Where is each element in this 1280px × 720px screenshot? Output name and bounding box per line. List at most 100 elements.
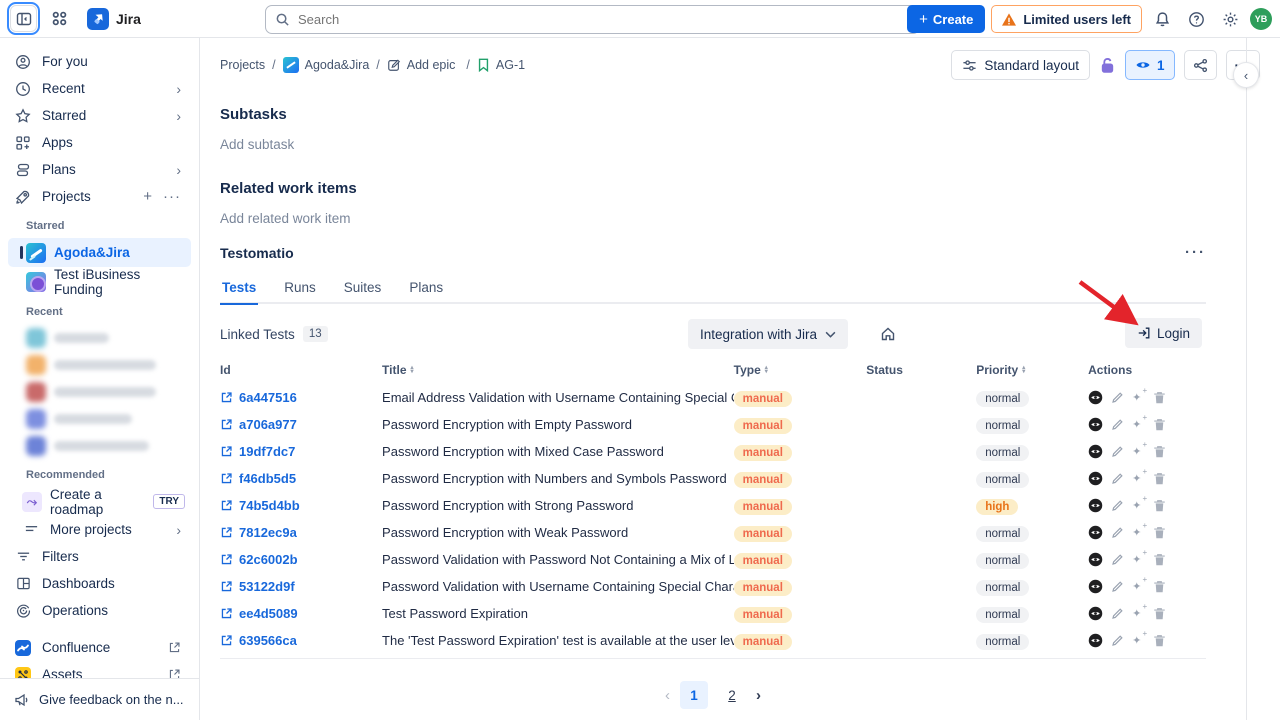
view-test-button[interactable] [1088, 444, 1103, 459]
sidebar-item-create-roadmap[interactable]: ⤳ Create a roadmap TRY [8, 487, 191, 516]
edit-test-button[interactable] [1111, 391, 1124, 404]
view-test-button[interactable] [1088, 498, 1103, 513]
add-related-work-item-button[interactable]: Add related work item [220, 211, 1206, 226]
recent-project-item[interactable] [8, 324, 191, 351]
view-test-button[interactable] [1088, 552, 1103, 567]
ai-sparkle-button[interactable]: ✦ [1132, 418, 1145, 431]
test-id-link[interactable]: 7812ec9a [220, 525, 382, 540]
edit-test-button[interactable] [1111, 418, 1124, 431]
give-feedback-button[interactable]: Give feedback on the n... [0, 678, 199, 720]
edit-test-button[interactable] [1111, 472, 1124, 485]
sidebar-item-confluence[interactable]: Confluence [8, 634, 191, 661]
integration-dropdown[interactable]: Integration with Jira [688, 319, 848, 349]
edit-test-button[interactable] [1111, 607, 1124, 620]
ai-sparkle-button[interactable]: ✦ [1132, 553, 1145, 566]
create-button[interactable]: + Create [907, 5, 985, 33]
sidebar-item-filters[interactable]: Filters [8, 543, 191, 570]
sidebar-item-apps[interactable]: Apps [8, 129, 191, 156]
delete-test-button[interactable] [1153, 553, 1166, 567]
edit-test-button[interactable] [1111, 499, 1124, 512]
test-id-link[interactable]: 19df7dc7 [220, 444, 382, 459]
tab-runs[interactable]: Runs [282, 276, 318, 303]
help-button[interactable] [1182, 5, 1210, 33]
column-header-title[interactable]: Title▴▾ [382, 363, 734, 377]
edit-test-button[interactable] [1111, 634, 1124, 647]
test-id-link[interactable]: 639566ca [220, 633, 382, 648]
jira-home-link[interactable]: Jira [87, 8, 141, 30]
test-id-link[interactable]: 62c6002b [220, 552, 382, 567]
recent-project-item[interactable] [8, 351, 191, 378]
add-project-icon[interactable]: + [143, 188, 153, 205]
ai-sparkle-button[interactable]: ✦ [1132, 526, 1145, 539]
ai-sparkle-button[interactable]: ✦ [1132, 607, 1145, 620]
delete-test-button[interactable] [1153, 634, 1166, 648]
breadcrumb-project[interactable]: Agoda&Jira [283, 57, 370, 73]
tab-plans[interactable]: Plans [407, 276, 445, 303]
column-header-type[interactable]: Type▴▾ [734, 363, 867, 377]
ai-sparkle-button[interactable]: ✦ [1132, 391, 1145, 404]
avatar[interactable]: YB [1250, 8, 1272, 30]
settings-button[interactable] [1216, 5, 1244, 33]
ai-sparkle-button[interactable]: ✦ [1132, 580, 1145, 593]
pagination-prev-button[interactable]: ‹ [665, 687, 670, 704]
delete-test-button[interactable] [1153, 472, 1166, 486]
search-input[interactable] [265, 5, 920, 34]
unlock-button[interactable] [1099, 57, 1116, 74]
column-header-status[interactable]: Status [866, 363, 976, 377]
delete-test-button[interactable] [1153, 607, 1166, 621]
home-button[interactable] [880, 326, 896, 342]
column-header-priority[interactable]: Priority▴▾ [976, 363, 1088, 377]
share-button[interactable] [1184, 50, 1217, 80]
breadcrumb-projects[interactable]: Projects [220, 58, 265, 72]
standard-layout-button[interactable]: Standard layout [951, 50, 1090, 80]
projects-more-icon[interactable]: ··· [163, 188, 181, 205]
recent-project-item[interactable] [8, 378, 191, 405]
test-id-link[interactable]: 53122d9f [220, 579, 382, 594]
delete-test-button[interactable] [1153, 418, 1166, 432]
column-header-id[interactable]: Id [220, 363, 382, 377]
view-test-button[interactable] [1088, 471, 1103, 486]
sidebar-item-dashboards[interactable]: Dashboards [8, 570, 191, 597]
sidebar-item-assets[interactable]: Assets [8, 661, 191, 678]
sidebar-toggle-button[interactable] [10, 5, 37, 32]
delete-test-button[interactable] [1153, 391, 1166, 405]
collapse-panel-button[interactable]: ‹ [1233, 62, 1259, 88]
test-id-link[interactable]: f46db5d5 [220, 471, 382, 486]
app-switcher-button[interactable] [45, 5, 73, 33]
testomatio-more-button[interactable]: ··· [1185, 244, 1206, 261]
view-test-button[interactable] [1088, 579, 1103, 594]
add-subtask-button[interactable]: Add subtask [220, 137, 1206, 152]
edit-test-button[interactable] [1111, 580, 1124, 593]
sidebar-project-test-ibusiness[interactable]: Test iBusiness Funding [8, 267, 191, 296]
test-id-link[interactable]: 6a447516 [220, 390, 382, 405]
edit-test-button[interactable] [1111, 553, 1124, 566]
watchers-button[interactable]: 1 [1125, 50, 1175, 80]
tab-tests[interactable]: Tests [220, 276, 258, 305]
delete-test-button[interactable] [1153, 499, 1166, 513]
pagination-next-button[interactable]: › [756, 687, 761, 704]
ai-sparkle-button[interactable]: ✦ [1132, 445, 1145, 458]
edit-test-button[interactable] [1111, 526, 1124, 539]
ai-sparkle-button[interactable]: ✦ [1132, 634, 1145, 647]
view-test-button[interactable] [1088, 525, 1103, 540]
recent-project-item[interactable] [8, 432, 191, 459]
sidebar-item-operations[interactable]: Operations [8, 597, 191, 624]
breadcrumb-issue[interactable]: AG-1 [477, 58, 525, 72]
pagination-page-2[interactable]: 2 [718, 681, 746, 709]
delete-test-button[interactable] [1153, 580, 1166, 594]
breadcrumb-add-epic[interactable]: Add epic [387, 58, 456, 72]
recent-project-item[interactable] [8, 405, 191, 432]
tab-suites[interactable]: Suites [342, 276, 384, 303]
delete-test-button[interactable] [1153, 445, 1166, 459]
notifications-button[interactable] [1148, 5, 1176, 33]
sidebar-item-projects[interactable]: Projects +··· [8, 183, 191, 210]
limited-users-button[interactable]: Limited users left [991, 5, 1142, 33]
view-test-button[interactable] [1088, 606, 1103, 621]
sidebar-item-recent[interactable]: Recent › [8, 75, 191, 102]
pagination-page-1[interactable]: 1 [680, 681, 708, 709]
edit-test-button[interactable] [1111, 445, 1124, 458]
sidebar-item-for-you[interactable]: For you [8, 48, 191, 75]
login-button[interactable]: Login [1125, 318, 1202, 348]
delete-test-button[interactable] [1153, 526, 1166, 540]
ai-sparkle-button[interactable]: ✦ [1132, 472, 1145, 485]
